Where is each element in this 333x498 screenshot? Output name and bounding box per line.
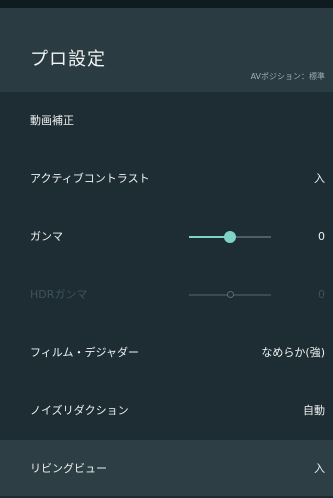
page-title: プロ設定 bbox=[30, 49, 106, 70]
top-frame bbox=[0, 0, 333, 8]
menu-item-label: アクティブコントラスト bbox=[30, 172, 150, 185]
hdr-gamma-slider-knob bbox=[227, 291, 234, 298]
menu-item-label: リビングビュー bbox=[30, 462, 107, 475]
hdr-gamma-slider-fill bbox=[189, 294, 230, 296]
menu-item-value: 0 bbox=[318, 288, 325, 301]
menu-item-living-view[interactable]: リビングビュー 入 bbox=[0, 440, 333, 496]
settings-list: 動画補正 アクティブコントラスト 入 ガンマ 0 HDRガンマ 0 フィルム・デ… bbox=[0, 92, 333, 496]
menu-item-active-contrast[interactable]: アクティブコントラスト 入 bbox=[0, 150, 333, 208]
menu-item-value: 自動 bbox=[303, 404, 325, 417]
menu-item-hdr-gamma: HDRガンマ 0 bbox=[0, 266, 333, 324]
settings-header: プロ設定 AVポジション：標準 bbox=[0, 8, 333, 92]
av-position-label: AVポジション：標準 bbox=[250, 72, 325, 81]
menu-item-value: 0 bbox=[318, 230, 325, 243]
menu-item-label: 動画補正 bbox=[30, 114, 74, 127]
menu-item-noise-reduction[interactable]: ノイズリダクション 自動 bbox=[0, 382, 333, 440]
menu-item-film-dejudder[interactable]: フィルム・デジャダー なめらか(強) bbox=[0, 324, 333, 382]
menu-item-video-correction[interactable]: 動画補正 bbox=[0, 92, 333, 150]
menu-item-label: ガンマ bbox=[30, 230, 63, 243]
hdr-gamma-slider bbox=[189, 291, 271, 298]
menu-item-gamma[interactable]: ガンマ 0 bbox=[0, 208, 333, 266]
menu-item-value: なめらか(強) bbox=[261, 346, 325, 359]
menu-item-label: フィルム・デジャダー bbox=[30, 346, 140, 359]
gamma-slider-knob[interactable] bbox=[224, 231, 236, 243]
menu-item-label: HDRガンマ bbox=[30, 288, 88, 301]
menu-item-value: 入 bbox=[314, 462, 325, 475]
gamma-slider[interactable] bbox=[189, 231, 271, 243]
menu-item-value: 入 bbox=[314, 172, 325, 185]
menu-item-label: ノイズリダクション bbox=[30, 404, 129, 417]
